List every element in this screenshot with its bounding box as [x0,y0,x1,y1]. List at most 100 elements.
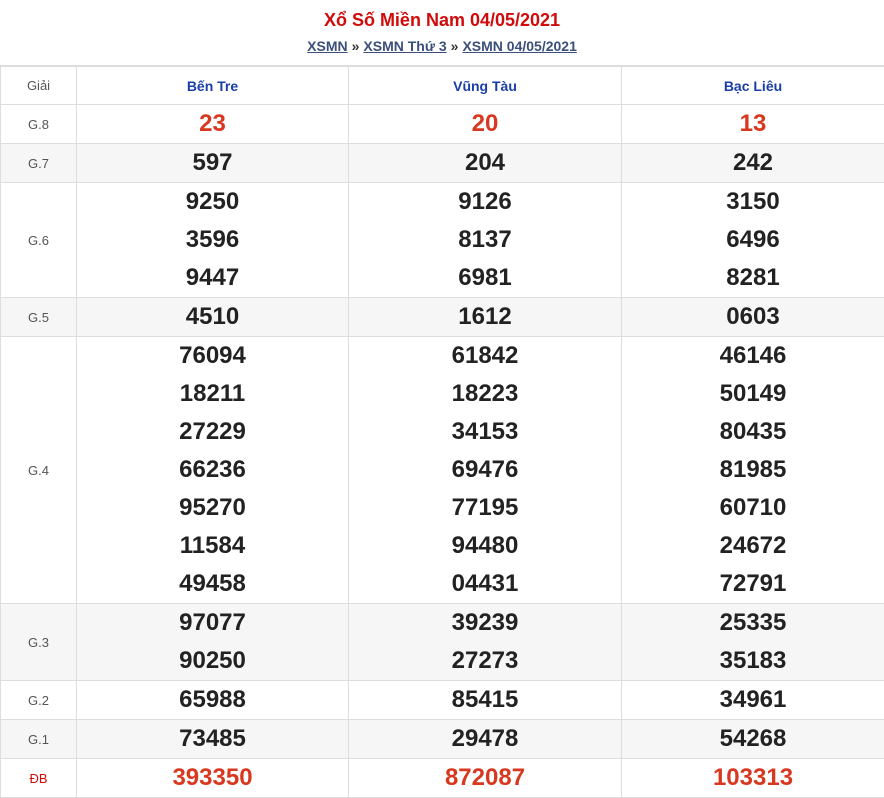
result-cell: 103313 [622,759,884,798]
result-cell: 4510 [77,298,349,337]
table-row: G.2659888541534961 [1,681,884,720]
lottery-number: 69476 [349,451,621,489]
result-cell: 29478 [349,720,622,759]
lottery-number: 13 [622,105,884,143]
lottery-number: 0603 [622,298,884,336]
lottery-number: 97077 [77,604,348,642]
prize-label: G.2 [1,681,77,720]
table-header-row: Giải Bến Tre Vũng Tàu Bạc Liêu [1,67,884,105]
table-row: G.6925035969447912681376981315064968281 [1,183,884,298]
lottery-number: 76094 [77,337,348,375]
result-cell: 46146501498043581985607102467272791 [622,337,884,604]
lottery-number: 23 [77,105,348,143]
result-cell: 242 [622,144,884,183]
lottery-number: 85415 [349,681,621,719]
result-cell: 54268 [622,720,884,759]
lottery-number: 393350 [77,759,348,797]
lottery-number: 49458 [77,565,348,603]
result-cell: 13 [622,105,884,144]
lottery-number: 66236 [77,451,348,489]
lottery-number: 46146 [622,337,884,375]
result-cell: 23 [77,105,349,144]
lottery-number: 25335 [622,604,884,642]
table-row: G.7597204242 [1,144,884,183]
lottery-number: 9250 [77,183,348,221]
result-cell: 315064968281 [622,183,884,298]
lottery-number: 39239 [349,604,621,642]
lottery-number: 11584 [77,527,348,565]
result-cell: 65988 [77,681,349,720]
result-cell: 393350 [77,759,349,798]
lottery-number: 27273 [349,642,621,680]
result-cell: 20 [349,105,622,144]
lottery-number: 6981 [349,259,621,297]
result-cell: 61842182233415369476771959448004431 [349,337,622,604]
lottery-number: 8137 [349,221,621,259]
lottery-number: 95270 [77,489,348,527]
result-cell: 76094182112722966236952701158449458 [77,337,349,604]
result-cell: 34961 [622,681,884,720]
lottery-number: 81985 [622,451,884,489]
results-table: Giải Bến Tre Vũng Tàu Bạc Liêu G.8232013… [0,66,884,798]
prize-label: G.3 [1,604,77,681]
lottery-number: 3596 [77,221,348,259]
lottery-number: 204 [349,144,621,182]
lottery-number: 50149 [622,375,884,413]
breadcrumb-link-xsmn[interactable]: XSMN [307,38,347,54]
lottery-number: 24672 [622,527,884,565]
table-row: G.3970779025039239272732533535183 [1,604,884,681]
prize-label: G.7 [1,144,77,183]
breadcrumb: XSMN»XSMN Thứ 3»XSMN 04/05/2021 [0,37,884,55]
prize-column-header: Giải [1,67,77,105]
table-row: G.5451016120603 [1,298,884,337]
result-cell: 912681376981 [349,183,622,298]
lottery-number: 35183 [622,642,884,680]
prize-label: G.8 [1,105,77,144]
lottery-number: 9447 [77,259,348,297]
page-header: Xổ Số Miền Nam 04/05/2021 XSMN »XSMN Thứ … [0,0,884,66]
result-cell: 85415 [349,681,622,720]
province-header-bac-lieu[interactable]: Bạc Liêu [622,67,884,105]
lottery-number: 6496 [622,221,884,259]
table-row: G.1734852947854268 [1,720,884,759]
results-body: G.8232013G.7597204242G.69250359694479126… [1,105,884,798]
lottery-number: 597 [77,144,348,182]
prize-label: G.1 [1,720,77,759]
prize-label: G.4 [1,337,77,604]
result-cell: 872087 [349,759,622,798]
province-header-vung-tau[interactable]: Vũng Tàu [349,67,622,105]
breadcrumb-separator: » [352,38,360,54]
lottery-number: 20 [349,105,621,143]
lottery-number: 872087 [349,759,621,797]
lottery-number: 103313 [622,759,884,797]
prize-label: G.5 [1,298,77,337]
lottery-number: 73485 [77,720,348,758]
lottery-number: 65988 [77,681,348,719]
lottery-number: 34153 [349,413,621,451]
province-header-ben-tre[interactable]: Bến Tre [77,67,349,105]
lottery-number: 90250 [77,642,348,680]
result-cell: 73485 [77,720,349,759]
result-cell: 1612 [349,298,622,337]
lottery-number: 60710 [622,489,884,527]
result-cell: 3923927273 [349,604,622,681]
lottery-number: 18223 [349,375,621,413]
lottery-number: 94480 [349,527,621,565]
lottery-number: 04431 [349,565,621,603]
table-row: G.47609418211272296623695270115844945861… [1,337,884,604]
lottery-number: 1612 [349,298,621,336]
result-cell: 597 [77,144,349,183]
lottery-number: 80435 [622,413,884,451]
lottery-number: 9126 [349,183,621,221]
breadcrumb-link-thu3[interactable]: XSMN Thứ 3 [363,38,446,54]
page-title: Xổ Số Miền Nam 04/05/2021 [0,9,884,31]
breadcrumb-link-date[interactable]: XSMN 04/05/2021 [462,38,576,54]
result-cell: 925035969447 [77,183,349,298]
lottery-number: 27229 [77,413,348,451]
table-row: ĐB393350872087103313 [1,759,884,798]
lottery-number: 77195 [349,489,621,527]
result-cell: 0603 [622,298,884,337]
lottery-number: 242 [622,144,884,182]
lottery-number: 72791 [622,565,884,603]
lottery-number: 4510 [77,298,348,336]
